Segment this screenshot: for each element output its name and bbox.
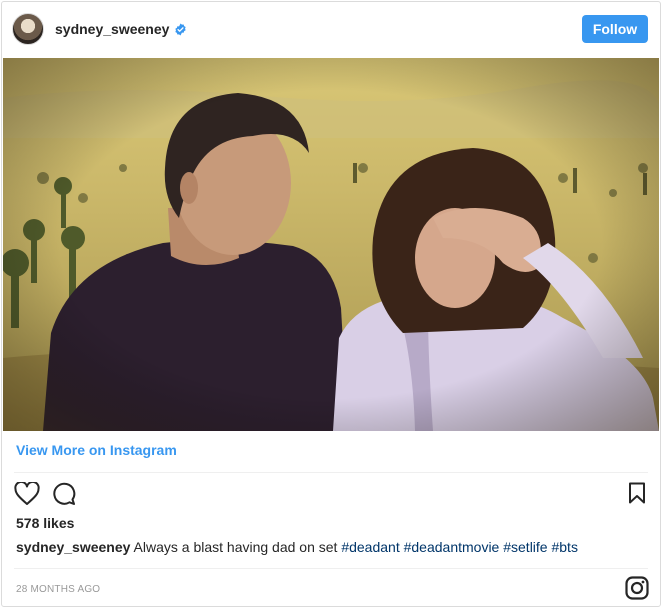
bookmark-icon[interactable] (628, 482, 646, 504)
divider (14, 568, 648, 569)
verified-badge-icon (175, 23, 187, 35)
divider (14, 472, 648, 473)
avatar[interactable] (12, 13, 44, 45)
caption-hashtags[interactable]: #deadant #deadantmovie #setlife #bts (341, 539, 578, 555)
username-link[interactable]: sydney_sweeney (55, 21, 169, 37)
heart-icon[interactable] (14, 482, 40, 506)
post-timestamp[interactable]: 28 MONTHS AGO (16, 584, 100, 595)
caption-text: Always a blast having dad on set (133, 539, 338, 555)
instagram-logo-icon[interactable] (625, 576, 649, 600)
post-header: sydney_sweeney Follow (2, 2, 660, 56)
action-bar (14, 482, 76, 506)
post-photo[interactable] (3, 58, 659, 431)
comment-icon[interactable] (52, 482, 76, 506)
follow-button[interactable]: Follow (582, 15, 648, 43)
caption: sydney_sweeney Always a blast having dad… (16, 539, 578, 555)
instagram-embed-card: sydney_sweeney Follow View More on Insta… (1, 1, 661, 607)
likes-count[interactable]: 578 likes (16, 515, 74, 531)
view-more-link[interactable]: View More on Instagram (16, 442, 177, 458)
caption-username[interactable]: sydney_sweeney (16, 539, 130, 555)
